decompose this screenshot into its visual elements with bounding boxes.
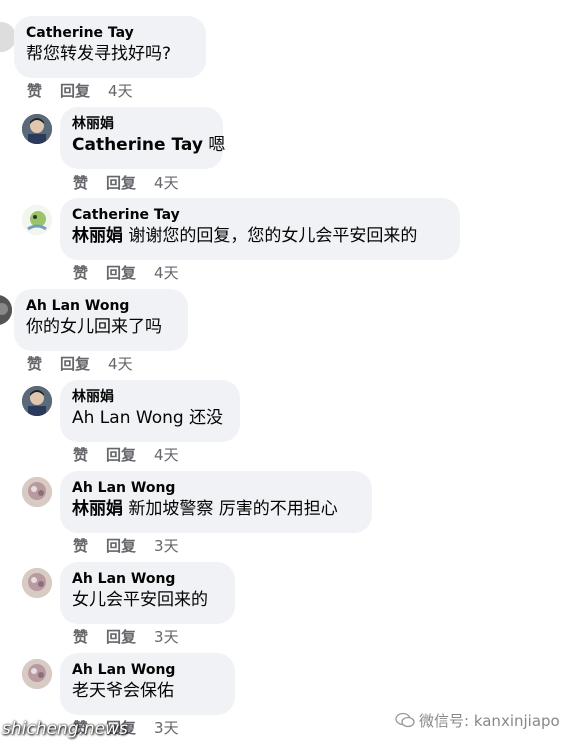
avatar[interactable] [22, 114, 52, 144]
timestamp[interactable]: 4天 [154, 264, 179, 282]
commenter-name[interactable]: 林丽娟 [72, 388, 228, 406]
reply-button[interactable]: 回复 [60, 355, 90, 373]
comment-bubble: Ah Lan Wong 女儿会平安回来的 [60, 562, 235, 624]
avatar-image [22, 386, 52, 416]
avatar[interactable] [22, 477, 52, 507]
comment-actions: 赞回复 3天 [73, 627, 179, 647]
site-watermark: shicheng.news [2, 719, 128, 739]
commenter-name[interactable]: Ah Lan Wong [26, 297, 176, 315]
like-button[interactable]: 赞 [27, 355, 42, 373]
comment-bubble: Catherine Tay 林丽娟 谢谢您的回复，您的女儿会平安回来的 [60, 198, 460, 260]
reply-button[interactable]: 回复 [60, 82, 90, 100]
comment-body: 还没 [189, 408, 224, 428]
timestamp[interactable]: 4天 [154, 446, 179, 464]
avatar[interactable] [22, 568, 52, 598]
avatar-image [22, 659, 52, 689]
comment-bubble: Ah Lan Wong 林丽娟 新加坡警察 厉害的不用担心 [60, 471, 372, 533]
comment-actions: 赞回复 4天 [27, 81, 133, 101]
reply-button[interactable]: 回复 [106, 264, 136, 282]
mention-link[interactable]: Ah Lan Wong [72, 408, 184, 428]
comment-actions: 赞回复 3天 [73, 536, 179, 556]
comment-actions: 赞回复 4天 [27, 354, 133, 374]
reply-button[interactable]: 回复 [106, 446, 136, 464]
avatar[interactable] [22, 205, 52, 235]
mention-link[interactable]: 林丽娟 [72, 499, 123, 519]
comment-actions: 赞回复 4天 [73, 173, 179, 193]
comment-actions: 赞回复 4天 [73, 445, 179, 465]
commenter-name[interactable]: Ah Lan Wong [72, 570, 223, 588]
comment-text: 老天爷会保佑 [72, 681, 174, 701]
comment-text: 林丽娟 新加坡警察 厉害的不用担心 [72, 497, 360, 521]
commenter-name[interactable]: Ah Lan Wong [72, 661, 223, 679]
comment-bubble: Ah Lan Wong 你的女儿回来了吗 [14, 289, 188, 351]
comment-text: 你的女儿回来了吗 [26, 317, 162, 337]
commenter-name[interactable]: Ah Lan Wong [72, 479, 360, 497]
timestamp[interactable]: 3天 [154, 719, 179, 737]
avatar-image [0, 295, 12, 325]
timestamp[interactable]: 3天 [154, 628, 179, 646]
comment-body: 谢谢您的回复，您的女儿会平安回来的 [128, 226, 418, 246]
comment-bubble: 林丽娟 Ah Lan Wong 还没 [60, 380, 240, 442]
reply-button[interactable]: 回复 [106, 537, 136, 555]
avatar-image [22, 568, 52, 598]
avatar[interactable] [0, 295, 12, 325]
comment-body: 新加坡警察 厉害的不用担心 [128, 499, 338, 519]
commenter-name[interactable]: Catherine Tay [26, 24, 194, 42]
avatar[interactable] [22, 386, 52, 416]
wechat-id: 微信号: kanxinjiapo [419, 712, 560, 730]
timestamp[interactable]: 4天 [154, 174, 179, 192]
like-button[interactable]: 赞 [73, 446, 88, 464]
comment-text: Ah Lan Wong 还没 [72, 406, 228, 430]
comment-text: Catherine Tay 嗯 [72, 133, 225, 157]
like-button[interactable]: 赞 [73, 264, 88, 282]
reply-button[interactable]: 回复 [106, 628, 136, 646]
wechat-icon [395, 712, 415, 732]
timestamp[interactable]: 3天 [154, 537, 179, 555]
avatar-image [22, 114, 52, 144]
commenter-name[interactable]: 林丽娟 [72, 115, 211, 133]
comment-text: 林丽娟 谢谢您的回复，您的女儿会平安回来的 [72, 224, 448, 248]
timestamp[interactable]: 4天 [108, 355, 133, 373]
avatar[interactable] [22, 659, 52, 689]
comment-body: 嗯 [208, 135, 226, 155]
like-button[interactable]: 赞 [73, 537, 88, 555]
comment-bubble: Ah Lan Wong 老天爷会保佑 [60, 653, 235, 715]
comment-actions: 赞回复 4天 [73, 263, 179, 283]
comment-text: 女儿会平安回来的 [72, 590, 208, 610]
like-button[interactable]: 赞 [73, 628, 88, 646]
mention-link[interactable]: 林丽娟 [72, 226, 123, 246]
reply-button[interactable]: 回复 [106, 174, 136, 192]
like-button[interactable]: 赞 [27, 82, 42, 100]
timestamp[interactable]: 4天 [108, 82, 133, 100]
comment-bubble: Catherine Tay 帮您转发寻找好吗? [14, 16, 206, 78]
avatar-image [22, 205, 52, 235]
commenter-name[interactable]: Catherine Tay [72, 206, 448, 224]
mention-link[interactable]: Catherine Tay [72, 135, 203, 155]
avatar-image [22, 477, 52, 507]
comment-text: 帮您转发寻找好吗? [26, 44, 172, 64]
like-button[interactable]: 赞 [73, 174, 88, 192]
comment-bubble: 林丽娟 Catherine Tay 嗯 [60, 107, 225, 169]
wechat-watermark: 微信号: kanxinjiapo [395, 710, 560, 732]
